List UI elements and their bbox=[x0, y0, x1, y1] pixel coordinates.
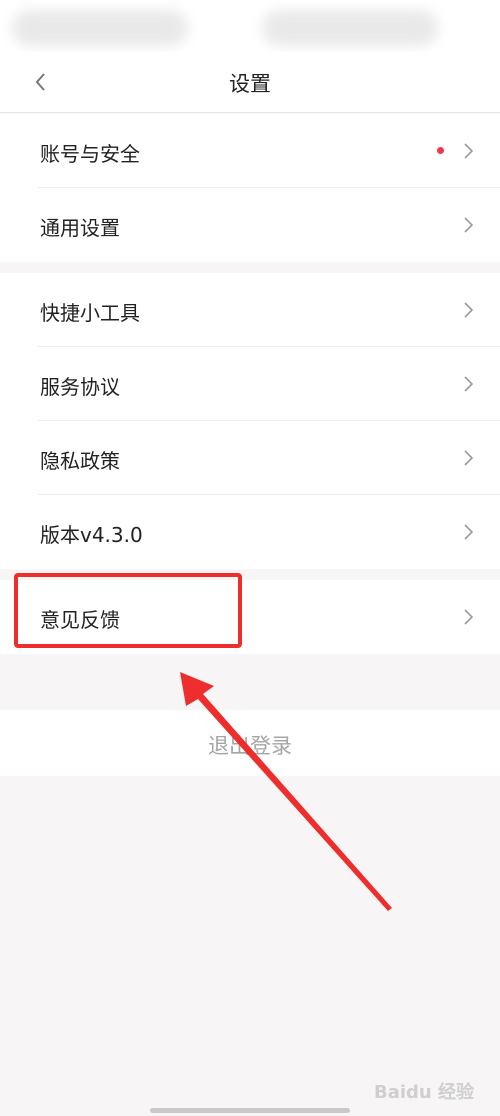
home-indicator[interactable] bbox=[150, 1108, 350, 1113]
annotation-arrow bbox=[180, 672, 392, 911]
watermark: Baidu 经验 bbox=[373, 1082, 474, 1103]
